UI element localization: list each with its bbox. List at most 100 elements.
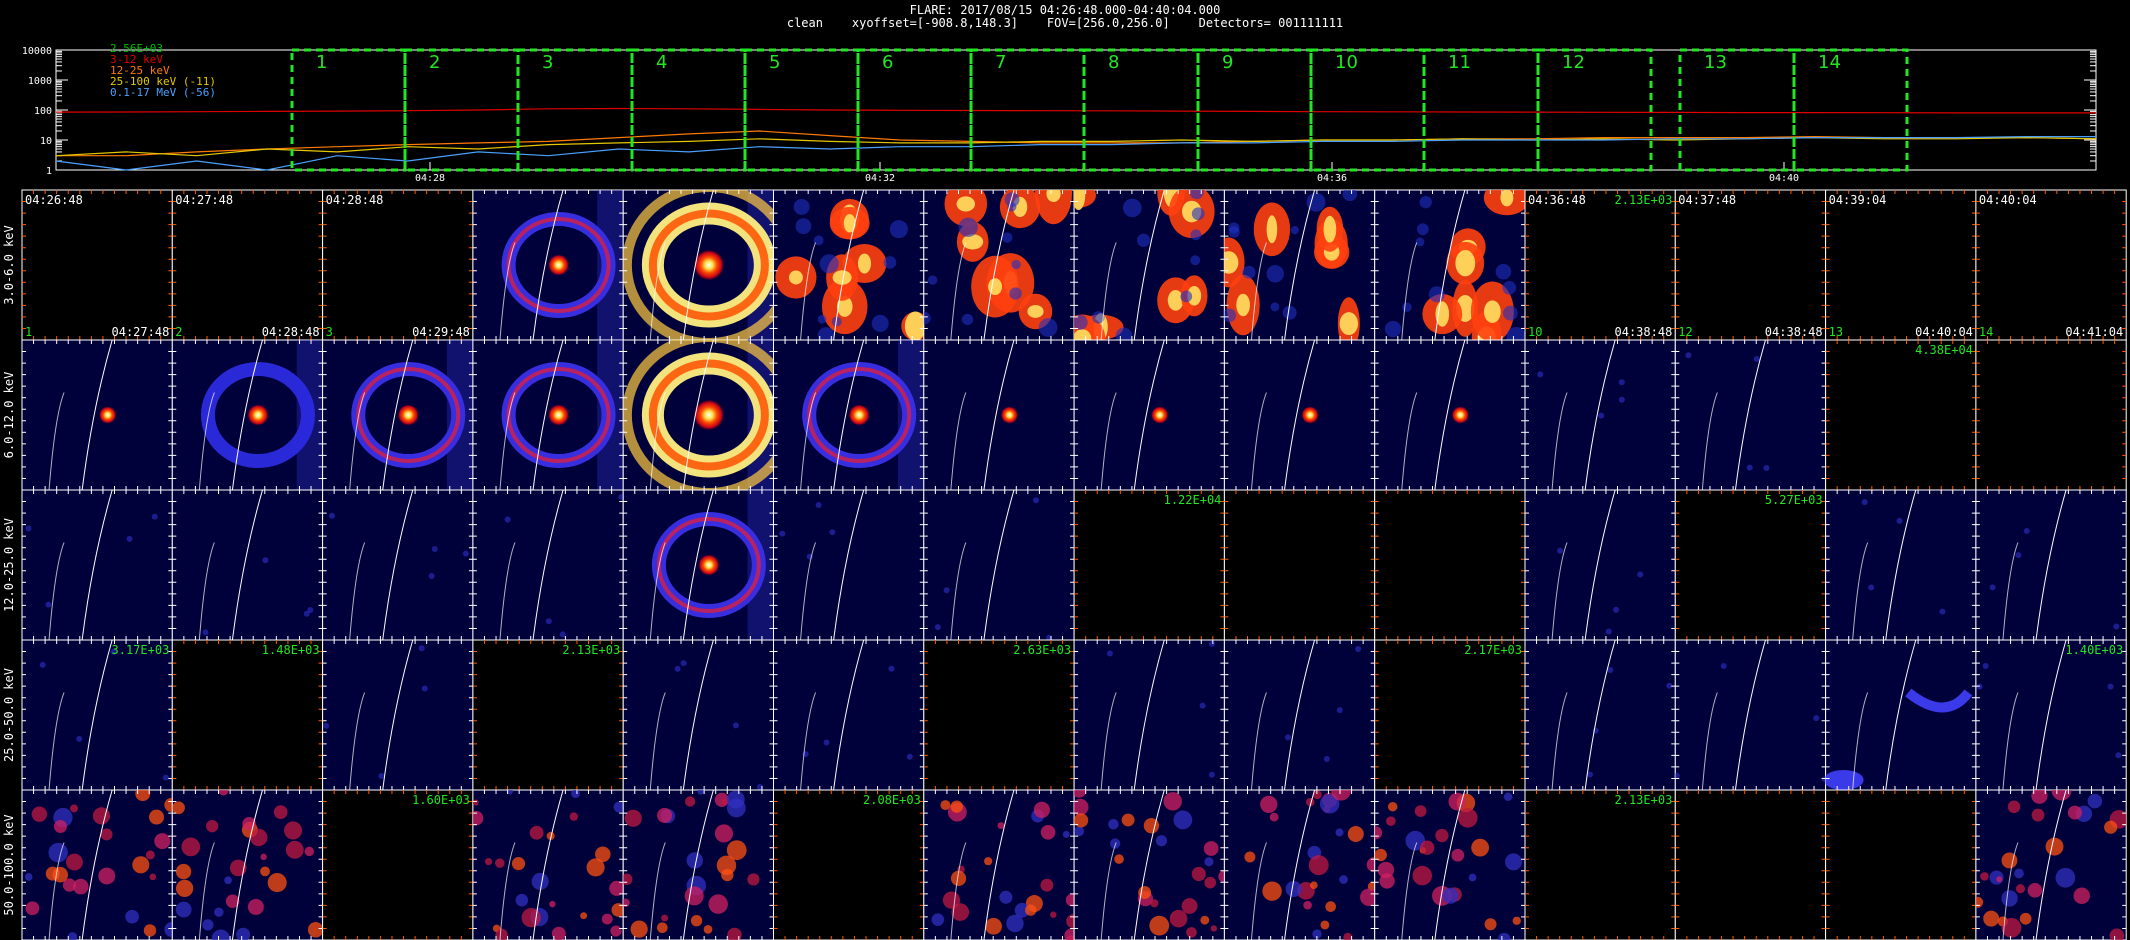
tile-feature (685, 796, 696, 807)
tile-feature (25, 525, 32, 532)
tile-feature (1301, 406, 1320, 424)
tile-content (623, 190, 774, 340)
tile-feature (2001, 890, 2018, 907)
series-line-3 (55, 136, 2097, 157)
tile-feature (829, 529, 836, 536)
tile-feature (1310, 881, 1318, 890)
tile-feature (1224, 308, 1237, 323)
row-energy-label: 12.0-25.0 keV (2, 518, 16, 612)
image-tile (1975, 339, 2127, 491)
tile-feature (529, 825, 544, 840)
image-tile (923, 489, 1075, 641)
tile-feature (545, 618, 552, 625)
tile-peak-value: 2.13E+03 (562, 643, 620, 657)
tile-feature (76, 735, 83, 742)
tile-feature (2015, 552, 2022, 559)
image-tile (1073, 339, 1225, 491)
image-tile (171, 789, 324, 940)
tile-feature (1167, 290, 1184, 311)
tile-feature (1050, 911, 1057, 918)
interval-label: 13 (1704, 52, 1727, 73)
tile-feature (1384, 320, 1402, 338)
image-tile (322, 489, 474, 641)
tile-feature (624, 809, 642, 827)
tile-feature (559, 631, 566, 638)
tile-feature (1114, 854, 1124, 864)
interval-box (1792, 48, 1909, 172)
tile-feature (126, 535, 133, 542)
tile-feature (484, 857, 493, 866)
tile-end-time: 04:40:04 (1915, 325, 1973, 339)
tile-feature (1121, 813, 1135, 827)
tile-feature (431, 546, 438, 553)
tile-feature (511, 857, 526, 871)
tile-index: 12 (1678, 325, 1692, 339)
tile-feature (1033, 801, 1050, 818)
x-tick-label: 04:36 (1317, 173, 1347, 184)
tile-feature (1320, 920, 1330, 930)
tile-feature (1285, 880, 1302, 898)
image-tile (1073, 639, 1225, 791)
interval-box (1082, 48, 1200, 172)
tile-feature (726, 840, 747, 861)
tile-feature (1208, 640, 1215, 647)
tile-feature (307, 607, 314, 614)
tile-feature (1605, 628, 1612, 635)
tile-feature (657, 807, 673, 823)
series-line-2 (56, 130, 2097, 157)
tile-feature (53, 820, 67, 834)
tile-feature (586, 858, 605, 877)
tile-feature (721, 798, 728, 805)
image-tile (322, 189, 474, 341)
tile-feature (1244, 851, 1256, 863)
image-tile (773, 789, 925, 940)
tile-feature (817, 314, 827, 324)
tile-feature (267, 873, 287, 893)
tile-feature (250, 828, 268, 847)
tile-feature (1074, 813, 1089, 828)
tile-feature (703, 924, 713, 934)
image-tile (1374, 789, 1526, 940)
tile-feature (1032, 497, 1039, 504)
tile-feature (1442, 887, 1459, 904)
tile-index: 14 (1979, 325, 1993, 339)
tile-feature (815, 501, 822, 508)
tile-feature (1502, 281, 1517, 295)
tile-feature (1180, 290, 1193, 303)
tile-feature (181, 837, 201, 857)
image-tile (1825, 789, 1977, 940)
tile-feature (823, 739, 830, 746)
interval-box (1196, 48, 1313, 172)
image-tile (1524, 789, 1676, 940)
tile-start-time: 04:26:48 (25, 193, 83, 207)
tile-feature (1412, 865, 1433, 886)
image-tile (1374, 339, 1526, 491)
tile-feature (100, 828, 113, 841)
tile-feature (1203, 841, 1219, 856)
tile-feature (202, 919, 214, 931)
tile-feature (549, 900, 556, 908)
tile-feature (1939, 608, 1946, 615)
tile-feature (48, 842, 68, 863)
tile-feature (162, 774, 169, 781)
tile-start-time: 04:28:48 (326, 193, 384, 207)
tile-feature (680, 660, 687, 667)
tile-feature (580, 912, 588, 920)
y-tick-label: 10 (40, 136, 52, 147)
image-tile (773, 639, 925, 791)
tile-feature (956, 196, 976, 212)
interval-label: 7 (995, 52, 1006, 73)
image-tile (923, 789, 1075, 940)
tile-feature (1106, 650, 1113, 657)
tile-feature (1155, 835, 1168, 847)
tile-feature (985, 917, 1002, 935)
tile-feature (656, 922, 668, 934)
tile-feature (547, 254, 570, 276)
series-line-1 (55, 107, 2096, 114)
tile-feature (1006, 914, 1024, 933)
tile-feature (795, 218, 812, 235)
tile-feature (1325, 901, 1336, 912)
tile-feature (1503, 305, 1518, 321)
tile-feature (2073, 887, 2090, 905)
tile-feature (1868, 584, 1875, 591)
